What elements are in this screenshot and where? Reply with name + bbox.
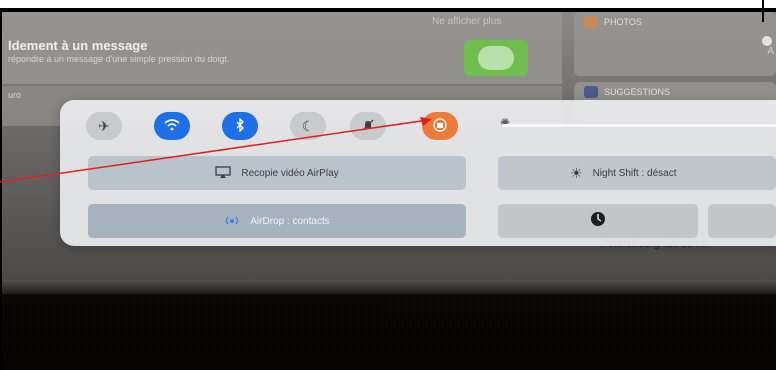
ipad-screen: Ne afficher plus ldement à un message ré… — [2, 12, 776, 282]
photos-widget-label: PHOTOS — [604, 17, 642, 27]
airdrop-label: AirDrop : contacts — [250, 215, 330, 227]
notification-toggle[interactable] — [464, 40, 528, 76]
photo-frame: Ne afficher plus ldement à un message ré… — [0, 10, 776, 370]
rotation-lock-toggle[interactable] — [422, 112, 458, 140]
sun-small-icon: ✺ — [500, 116, 511, 130]
top-border-bar — [0, 0, 776, 10]
airplay-button[interactable]: Recopie vidéo AirPlay — [88, 156, 466, 190]
wifi-toggle[interactable] — [154, 112, 190, 140]
moon-icon: ☾ — [301, 117, 315, 134]
ipad-bezel-edge — [2, 280, 776, 294]
wifi-icon — [164, 118, 180, 134]
airdrop-icon — [224, 213, 240, 230]
photos-widget[interactable]: PHOTOS A — [574, 12, 776, 76]
table-surface — [2, 294, 776, 370]
mute-toggle[interactable] — [350, 112, 386, 140]
timer-icon — [590, 211, 606, 231]
airplay-icon — [215, 165, 232, 181]
photos-widget-side-text: A — [767, 46, 774, 57]
notification-hide-link[interactable]: Ne afficher plus — [432, 16, 501, 27]
notification-section-label: uro — [8, 90, 22, 100]
airplane-mode-toggle[interactable]: ✈ — [86, 112, 122, 140]
notification-description: répondre à un message d'une simple press… — [8, 54, 230, 64]
notification-title: ldement à un message — [8, 38, 148, 53]
notification-card[interactable]: Ne afficher plus ldement à un message ré… — [2, 12, 562, 84]
top-right-notch — [762, 0, 776, 22]
notification-toggle-knob — [478, 46, 514, 70]
suggestions-widget-header: SUGGESTIONS — [584, 86, 670, 98]
bell-slash-icon — [361, 118, 375, 135]
airplane-icon: ✈ — [98, 117, 110, 134]
do-not-disturb-toggle[interactable]: ☾ — [290, 112, 326, 140]
sun-icon: ☀ — [570, 164, 583, 181]
control-center: ✈ ☾ ✺ Recopie vidéo AirPlay ☀ Night Shif… — [60, 100, 776, 246]
night-shift-label: Night Shift : désact — [592, 167, 677, 179]
suggestions-widget-label: SUGGESTIONS — [604, 87, 671, 97]
widget-dot-icon — [762, 36, 772, 46]
bluetooth-icon — [235, 116, 245, 135]
rotation-lock-icon — [432, 117, 448, 136]
suggestions-icon — [584, 86, 598, 98]
bluetooth-toggle[interactable] — [222, 112, 258, 140]
brightness-slider[interactable] — [502, 124, 776, 127]
night-shift-button[interactable]: ☀ Night Shift : désact — [498, 156, 776, 190]
timer-button[interactable] — [498, 204, 698, 238]
photos-icon — [584, 16, 598, 28]
extra-control-button[interactable] — [708, 204, 776, 238]
airdrop-button[interactable]: AirDrop : contacts — [88, 204, 466, 238]
airplay-label: Recopie vidéo AirPlay — [241, 167, 339, 179]
photos-widget-header: PHOTOS — [584, 16, 642, 28]
